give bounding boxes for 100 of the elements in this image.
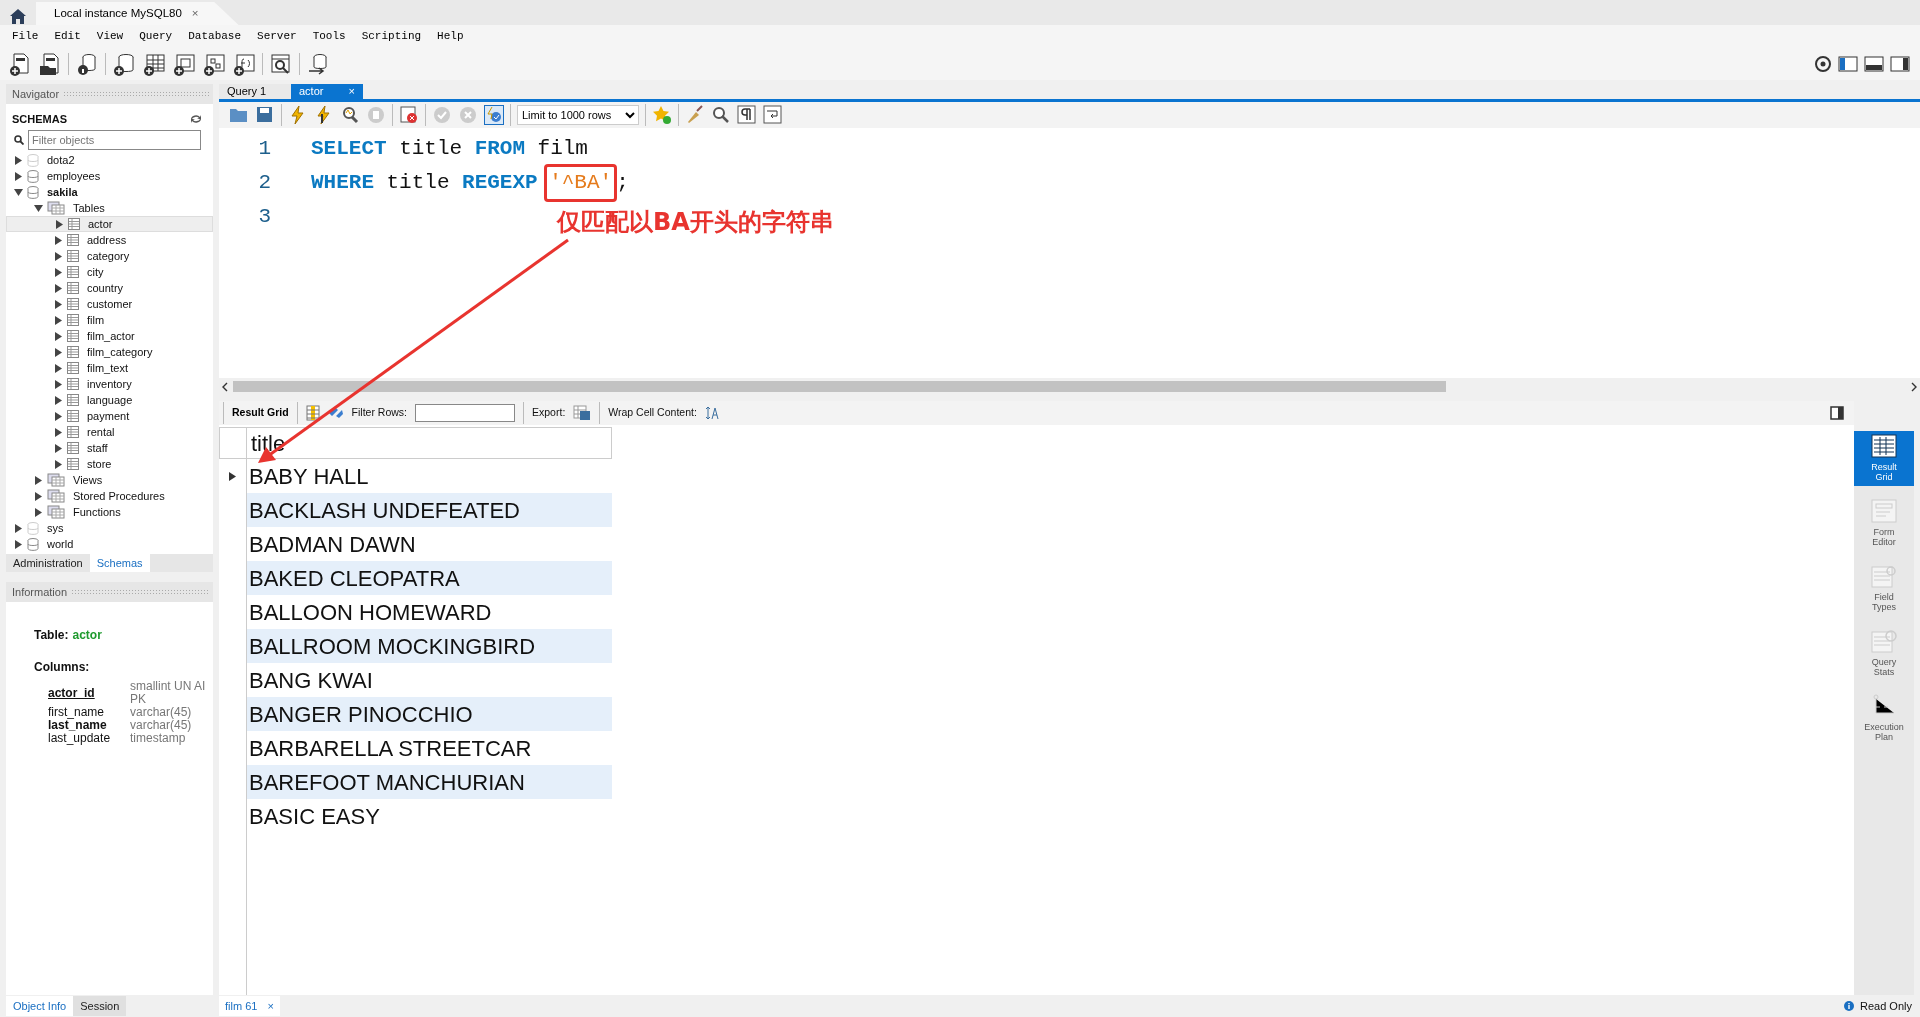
wrap-lines-icon[interactable]: [763, 105, 783, 125]
add-procedure-icon[interactable]: [202, 51, 226, 76]
menu-item[interactable]: Edit: [46, 27, 89, 45]
layout-toggle-icon[interactable]: [1864, 54, 1884, 73]
edit-icon[interactable]: [327, 406, 344, 420]
add-function-icon[interactable]: [232, 51, 256, 76]
expand-arrow-icon[interactable]: [54, 251, 63, 261]
find-icon[interactable]: [711, 105, 731, 125]
menu-item[interactable]: Query: [131, 27, 181, 45]
scrollbar-thumb[interactable]: [233, 381, 1446, 392]
new-sql-tab-icon[interactable]: [8, 51, 32, 76]
home-icon[interactable]: [8, 7, 28, 25]
panel-tab[interactable]: Schemas: [89, 554, 150, 572]
expand-arrow-icon[interactable]: [54, 379, 63, 389]
tree-item[interactable]: Tables: [6, 200, 213, 216]
expand-arrow-icon[interactable]: [54, 347, 63, 357]
open-sql-file-icon[interactable]: [38, 51, 62, 76]
tree-item[interactable]: Views: [6, 472, 213, 488]
expand-arrow-icon[interactable]: [54, 395, 63, 405]
tree-item[interactable]: world: [6, 536, 213, 552]
side-panel-button[interactable]: Field Types: [1854, 561, 1914, 616]
filter-field[interactable]: Filter objects: [28, 130, 201, 150]
instance-tab[interactable]: Local instance MySQL80 ×: [36, 2, 239, 25]
expand-arrow-icon[interactable]: [54, 235, 63, 245]
menu-item[interactable]: Server: [249, 27, 305, 45]
layout-toggle-icon[interactable]: [1890, 54, 1910, 73]
menu-item[interactable]: View: [88, 27, 132, 45]
close-icon[interactable]: ×: [191, 4, 199, 23]
side-panel-button[interactable]: Result Grid: [1854, 431, 1914, 486]
filter-rows-field[interactable]: [415, 404, 516, 422]
explain-icon[interactable]: [340, 105, 360, 125]
expand-arrow-icon[interactable]: [34, 491, 43, 501]
expand-arrow-icon[interactable]: [14, 171, 23, 181]
menu-item[interactable]: Tools: [304, 27, 354, 45]
expand-arrow-icon[interactable]: [54, 363, 63, 373]
tree-item[interactable]: country: [6, 280, 213, 296]
expand-arrow-icon[interactable]: [54, 267, 63, 277]
settings-icon[interactable]: [1814, 54, 1832, 73]
migration-icon[interactable]: [306, 51, 330, 76]
tree-item[interactable]: film_actor: [6, 328, 213, 344]
side-panel-button[interactable]: Query Stats: [1854, 626, 1914, 681]
expand-arrow-icon[interactable]: [54, 443, 63, 453]
menu-item[interactable]: File: [4, 27, 47, 45]
tree-item[interactable]: film: [6, 312, 213, 328]
star-add-icon[interactable]: [652, 105, 672, 125]
add-schema-icon[interactable]: [112, 51, 136, 76]
tree-item[interactable]: city: [6, 264, 213, 280]
editor-tab[interactable]: actor ×: [291, 84, 363, 99]
add-table-icon[interactable]: [142, 51, 166, 76]
autocommit-icon[interactable]: [484, 105, 504, 125]
expand-arrow-icon[interactable]: [54, 299, 63, 309]
expand-arrow-icon[interactable]: [55, 219, 64, 229]
tree-item[interactable]: inventory: [6, 376, 213, 392]
expand-arrow-icon[interactable]: [54, 459, 63, 469]
menu-item[interactable]: Scripting: [353, 27, 430, 45]
side-panel-button[interactable]: Form Editor: [1854, 496, 1914, 551]
close-icon[interactable]: ×: [267, 997, 274, 1015]
scroll-right-icon[interactable]: [1910, 381, 1918, 392]
expand-arrow-icon[interactable]: [14, 155, 23, 165]
menu-item[interactable]: Help: [429, 27, 472, 45]
limit-dropdown[interactable]: Limit to 1000 rows: [517, 105, 639, 125]
pilcrow-icon[interactable]: [737, 105, 757, 125]
result-tab[interactable]: film 61 ×: [219, 996, 280, 1016]
tree-item[interactable]: rental: [6, 424, 213, 440]
tree-item[interactable]: sys: [6, 520, 213, 536]
menu-item[interactable]: Database: [180, 27, 250, 45]
grid-icon[interactable]: [305, 405, 320, 421]
add-view-icon[interactable]: [172, 51, 196, 76]
panel-tab[interactable]: Object Info: [6, 996, 74, 1016]
error-toggle-icon[interactable]: [399, 105, 419, 125]
editor-tab[interactable]: Query 1: [219, 84, 291, 99]
expand-arrow-icon[interactable]: [54, 283, 63, 293]
refresh-icon[interactable]: [189, 113, 203, 125]
collapse-arrow-icon[interactable]: [34, 203, 43, 213]
layout-toggle-icon[interactable]: [1838, 54, 1858, 73]
scroll-left-icon[interactable]: [221, 381, 229, 392]
tree-item[interactable]: category: [6, 248, 213, 264]
wrap-cell-icon[interactable]: [704, 406, 719, 420]
tree-item[interactable]: Functions: [6, 504, 213, 520]
tree-item[interactable]: store: [6, 456, 213, 472]
tree-item[interactable]: address: [6, 232, 213, 248]
expand-arrow-icon[interactable]: [54, 427, 63, 437]
search-table-icon[interactable]: [269, 51, 293, 76]
panel-toggle-icon[interactable]: [1830, 406, 1844, 420]
close-icon[interactable]: ×: [348, 83, 355, 100]
broom-icon[interactable]: [685, 105, 705, 125]
tree-item[interactable]: actor: [6, 216, 213, 232]
expand-arrow-icon[interactable]: [34, 475, 43, 485]
export-icon[interactable]: [573, 405, 592, 421]
panel-tab[interactable]: Session: [73, 996, 127, 1016]
tree-item[interactable]: sakila: [6, 184, 213, 200]
tree-item[interactable]: payment: [6, 408, 213, 424]
tree-item[interactable]: dota2: [6, 152, 213, 168]
collapse-arrow-icon[interactable]: [14, 187, 23, 197]
tree-item[interactable]: staff: [6, 440, 213, 456]
expand-arrow-icon[interactable]: [14, 523, 23, 533]
save-icon[interactable]: [255, 105, 275, 125]
tree-item[interactable]: film_category: [6, 344, 213, 360]
expand-arrow-icon[interactable]: [54, 315, 63, 325]
tree-item[interactable]: employees: [6, 168, 213, 184]
